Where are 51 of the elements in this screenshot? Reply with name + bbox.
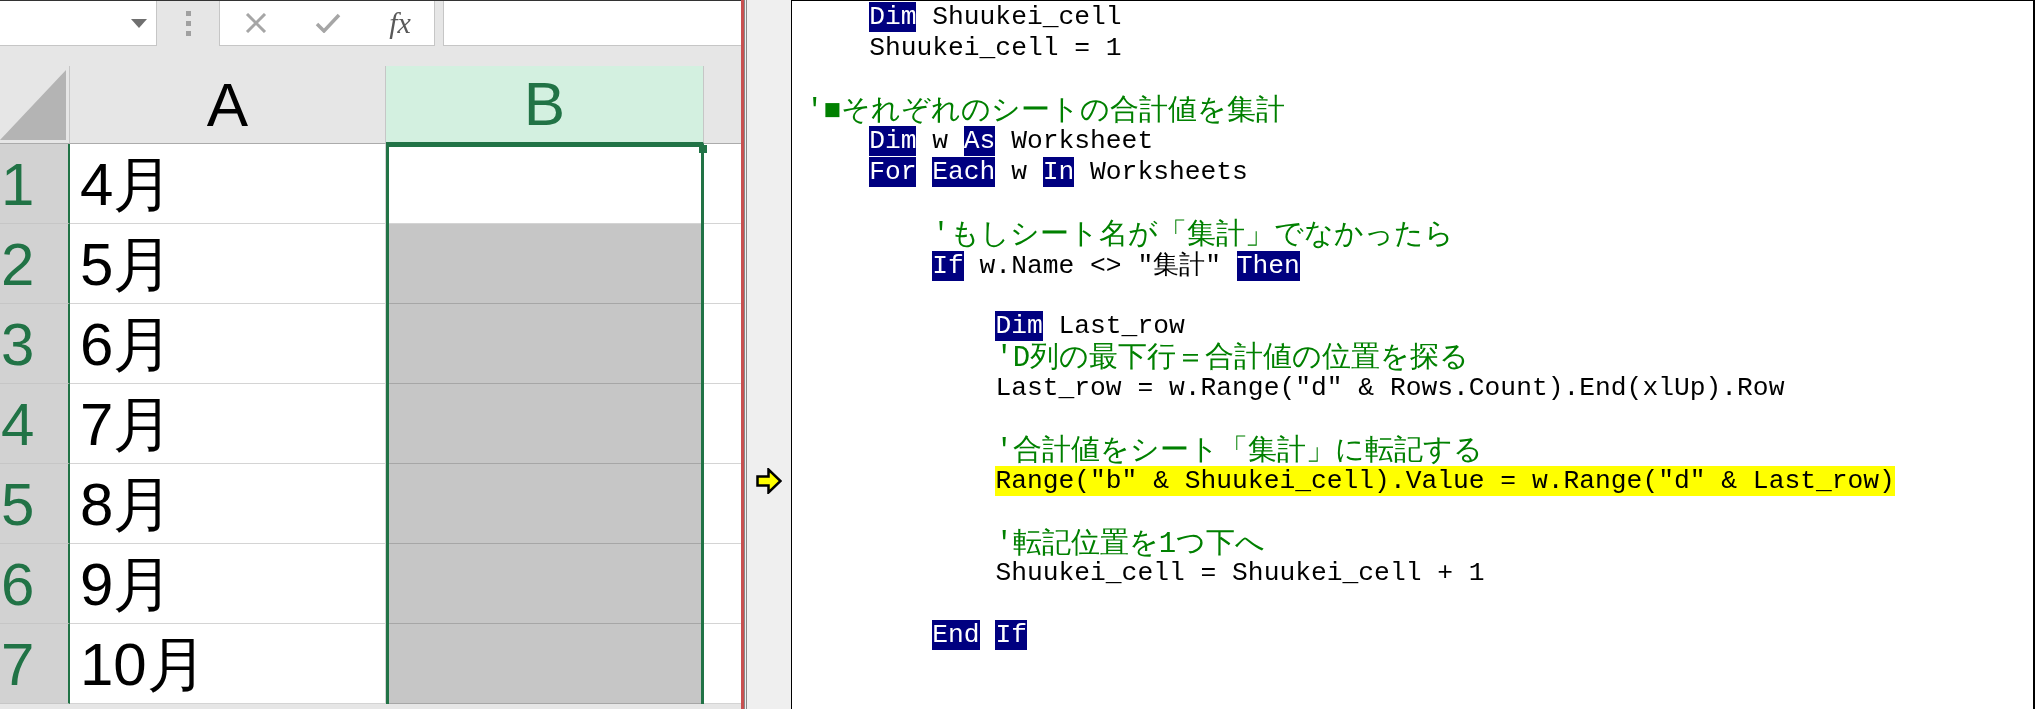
- row-header[interactable]: 1: [0, 144, 70, 224]
- check-icon[interactable]: [315, 13, 341, 33]
- table-cell[interactable]: [386, 624, 704, 704]
- table-cell[interactable]: [704, 144, 741, 224]
- table-cell[interactable]: [386, 224, 704, 304]
- table-cell[interactable]: [386, 384, 704, 464]
- code-line: If w.Name <> "集計" Then: [932, 250, 1300, 283]
- code-line: Dim Shuukei_cell: [869, 2, 1122, 33]
- fill-handle-icon[interactable]: [699, 145, 707, 153]
- table-cell[interactable]: [386, 544, 704, 624]
- table-cell[interactable]: [704, 384, 741, 464]
- column-header[interactable]: A: [70, 66, 386, 144]
- formula-input[interactable]: [443, 1, 741, 46]
- row-header[interactable]: 6: [0, 544, 70, 624]
- table-cell[interactable]: 8月: [70, 464, 386, 544]
- column-header[interactable]: B: [386, 66, 704, 144]
- table-cell[interactable]: 9月: [70, 544, 386, 624]
- row-header[interactable]: 7: [0, 624, 70, 704]
- table-cell[interactable]: 7月: [70, 384, 386, 464]
- code-comment: '■それぞれのシートの合計値を集計: [806, 93, 1285, 129]
- table-cell[interactable]: 6月: [70, 304, 386, 384]
- cancel-icon[interactable]: [245, 13, 267, 33]
- code-line: Shuukei_cell = Shuukei_cell + 1: [995, 558, 1485, 589]
- code-line: Last_row = w.Range("d" & Rows.Count).End(xlUp).Row: [995, 373, 1785, 404]
- row-header[interactable]: 2: [0, 224, 70, 304]
- row-header[interactable]: 5: [0, 464, 70, 544]
- row-header[interactable]: 4: [0, 384, 70, 464]
- code-comment: 'もしシート名が「集計」でなかったら: [932, 217, 1454, 252]
- table-cell[interactable]: [704, 304, 741, 384]
- table-cell[interactable]: [704, 464, 741, 544]
- table-cell[interactable]: [386, 144, 704, 224]
- table-cell[interactable]: [704, 544, 741, 624]
- code-line: Dim w As Worksheet: [869, 126, 1154, 156]
- table-cell[interactable]: [704, 624, 741, 704]
- table-cell[interactable]: 4月: [70, 144, 386, 224]
- code-line: Dim Last_row: [995, 311, 1185, 342]
- code-line: End If: [932, 620, 1027, 651]
- triangle-icon[interactable]: [0, 70, 66, 140]
- function-button[interactable]: fx: [389, 8, 411, 38]
- grip-icon[interactable]: [185, 11, 191, 36]
- table-cell[interactable]: [704, 224, 741, 304]
- row-header[interactable]: 3: [0, 304, 70, 384]
- table-cell[interactable]: 10月: [70, 624, 386, 704]
- code-line: For Each w In Worksheets: [869, 156, 1248, 187]
- caret-icon[interactable]: [131, 18, 147, 28]
- table-cell[interactable]: [386, 304, 704, 384]
- code-line: Shuukei_cell = 1: [869, 33, 1122, 64]
- code-comment: 'D列の最下行＝合計値の位置を探る: [995, 340, 1470, 376]
- table-cell[interactable]: [386, 464, 704, 544]
- code-comment: '転記位置を1つ下へ: [995, 526, 1266, 561]
- table-cell[interactable]: 5月: [70, 224, 386, 304]
